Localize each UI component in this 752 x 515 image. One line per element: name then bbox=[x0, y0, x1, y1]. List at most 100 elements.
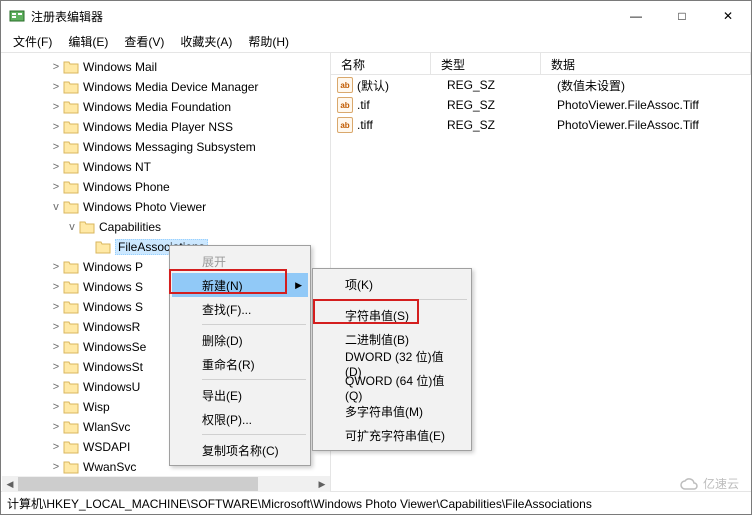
expand-icon[interactable]: > bbox=[49, 461, 63, 473]
expand-icon[interactable]: > bbox=[49, 421, 63, 433]
ctx-rename[interactable]: 重命名(R) bbox=[172, 352, 308, 376]
scroll-right-icon[interactable]: ▶ bbox=[314, 476, 330, 492]
expand-icon[interactable]: > bbox=[49, 301, 63, 313]
ctx-new-multi[interactable]: 多字符串值(M) bbox=[315, 399, 469, 423]
tree-label[interactable]: Windows Media Foundation bbox=[83, 100, 231, 114]
folder-icon bbox=[63, 260, 79, 274]
tree-label[interactable]: Windows Media Player NSS bbox=[83, 120, 233, 134]
folder-icon bbox=[63, 140, 79, 154]
list-item[interactable]: ab(默认)REG_SZ(数值未设置) bbox=[331, 75, 751, 95]
folder-icon bbox=[63, 440, 79, 454]
expand-icon[interactable]: > bbox=[49, 261, 63, 273]
expand-icon[interactable]: > bbox=[49, 341, 63, 353]
tree-label[interactable]: WSDAPI bbox=[83, 440, 130, 454]
col-data[interactable]: 数据 bbox=[541, 53, 751, 74]
expand-icon[interactable]: v bbox=[65, 221, 79, 233]
ctx-new-qword[interactable]: QWORD (64 位)值(Q) bbox=[315, 375, 469, 399]
tree-item[interactable]: > Windows Mail bbox=[1, 57, 330, 77]
ctx-new-string[interactable]: 字符串值(S) bbox=[315, 303, 469, 327]
column-headers: 名称 类型 数据 bbox=[331, 53, 751, 75]
tree-item[interactable]: > Windows Media Device Manager bbox=[1, 77, 330, 97]
menu-file[interactable]: 文件(F) bbox=[5, 31, 60, 52]
expand-icon[interactable]: > bbox=[49, 281, 63, 293]
tree-item[interactable]: v Windows Photo Viewer bbox=[1, 197, 330, 217]
watermark: 亿速云 bbox=[679, 475, 739, 492]
tree-label[interactable]: Windows Media Device Manager bbox=[83, 80, 258, 94]
menu-view[interactable]: 查看(V) bbox=[116, 31, 172, 52]
col-name[interactable]: 名称 bbox=[331, 53, 431, 74]
tree-item[interactable]: v Capabilities bbox=[1, 217, 330, 237]
tree-label[interactable]: Windows Mail bbox=[83, 60, 157, 74]
separator bbox=[202, 434, 306, 435]
statusbar: 计算机\HKEY_LOCAL_MACHINE\SOFTWARE\Microsof… bbox=[1, 491, 751, 513]
list-item[interactable]: ab.tifREG_SZPhotoViewer.FileAssoc.Tiff bbox=[331, 95, 751, 115]
scroll-left-icon[interactable]: ◀ bbox=[2, 476, 18, 492]
expand-icon[interactable]: > bbox=[49, 381, 63, 393]
menu-favorites[interactable]: 收藏夹(A) bbox=[172, 31, 240, 52]
menu-help[interactable]: 帮助(H) bbox=[240, 31, 297, 52]
tree-label[interactable]: Windows P bbox=[83, 260, 143, 274]
tree-label[interactable]: Windows Phone bbox=[83, 180, 170, 194]
expand-icon[interactable]: > bbox=[49, 361, 63, 373]
minimize-button[interactable]: — bbox=[613, 1, 659, 31]
expand-icon[interactable]: > bbox=[49, 321, 63, 333]
ctx-new-key[interactable]: 项(K) bbox=[315, 272, 469, 296]
ctx-copykey[interactable]: 复制项名称(C) bbox=[172, 438, 308, 462]
tree-item[interactable]: > Windows Media Player NSS bbox=[1, 117, 330, 137]
folder-icon bbox=[63, 180, 79, 194]
value-data: PhotoViewer.FileAssoc.Tiff bbox=[557, 118, 751, 132]
folder-icon bbox=[63, 120, 79, 134]
tree-label[interactable]: Windows Messaging Subsystem bbox=[83, 140, 256, 154]
statusbar-path: 计算机\HKEY_LOCAL_MACHINE\SOFTWARE\Microsof… bbox=[7, 497, 592, 511]
expand-icon[interactable]: > bbox=[49, 181, 63, 193]
col-type[interactable]: 类型 bbox=[431, 53, 541, 74]
menubar: 文件(F) 编辑(E) 查看(V) 收藏夹(A) 帮助(H) bbox=[1, 31, 751, 53]
expand-icon[interactable]: > bbox=[49, 401, 63, 413]
expand-icon[interactable]: > bbox=[49, 81, 63, 93]
tree-label[interactable]: WindowsR bbox=[83, 320, 140, 334]
tree-item[interactable]: > Windows Media Foundation bbox=[1, 97, 330, 117]
scroll-thumb[interactable] bbox=[18, 477, 258, 491]
value-name: .tif bbox=[357, 98, 447, 112]
value-data: PhotoViewer.FileAssoc.Tiff bbox=[557, 98, 751, 112]
tree-item[interactable]: > Windows Phone bbox=[1, 177, 330, 197]
list-item[interactable]: ab.tiffREG_SZPhotoViewer.FileAssoc.Tiff bbox=[331, 115, 751, 135]
expand-icon[interactable]: > bbox=[49, 441, 63, 453]
expand-icon[interactable]: > bbox=[49, 121, 63, 133]
scrollbar-horizontal[interactable]: ◀ ▶ bbox=[2, 476, 330, 492]
expand-icon[interactable]: v bbox=[49, 201, 63, 213]
tree-item[interactable]: > Windows Messaging Subsystem bbox=[1, 137, 330, 157]
tree-label[interactable]: WlanSvc bbox=[83, 420, 130, 434]
context-menu: 展开 新建(N)▶ 查找(F)... 删除(D) 重命名(R) 导出(E) 权限… bbox=[169, 245, 311, 466]
folder-icon bbox=[63, 100, 79, 114]
tree-label[interactable]: Windows Photo Viewer bbox=[83, 200, 206, 214]
tree-item[interactable]: > Windows NT bbox=[1, 157, 330, 177]
ctx-export[interactable]: 导出(E) bbox=[172, 383, 308, 407]
folder-icon bbox=[63, 360, 79, 374]
ctx-delete[interactable]: 删除(D) bbox=[172, 328, 308, 352]
tree-label[interactable]: Windows S bbox=[83, 280, 143, 294]
ctx-new-expand[interactable]: 可扩充字符串值(E) bbox=[315, 423, 469, 447]
tree-label[interactable]: Capabilities bbox=[99, 220, 161, 234]
menu-edit[interactable]: 编辑(E) bbox=[60, 31, 116, 52]
tree-label[interactable]: WindowsSe bbox=[83, 340, 146, 354]
expand-icon[interactable]: > bbox=[49, 141, 63, 153]
ctx-new[interactable]: 新建(N)▶ bbox=[172, 273, 308, 297]
tree-label[interactable]: WindowsU bbox=[83, 380, 140, 394]
maximize-button[interactable]: □ bbox=[659, 1, 705, 31]
expand-icon[interactable]: > bbox=[49, 161, 63, 173]
expand-icon[interactable]: > bbox=[49, 101, 63, 113]
tree-label[interactable]: Windows S bbox=[83, 300, 143, 314]
expand-icon[interactable]: > bbox=[49, 61, 63, 73]
string-value-icon: ab bbox=[337, 117, 353, 133]
tree-label[interactable]: WwanSvc bbox=[83, 460, 136, 474]
ctx-permissions[interactable]: 权限(P)... bbox=[172, 407, 308, 431]
value-name: (默认) bbox=[357, 77, 447, 94]
ctx-find[interactable]: 查找(F)... bbox=[172, 297, 308, 321]
folder-icon bbox=[63, 80, 79, 94]
tree-label[interactable]: Wisp bbox=[83, 400, 110, 414]
value-name: .tiff bbox=[357, 118, 447, 132]
close-button[interactable]: ✕ bbox=[705, 1, 751, 31]
tree-label[interactable]: Windows NT bbox=[83, 160, 151, 174]
tree-label[interactable]: WindowsSt bbox=[83, 360, 143, 374]
